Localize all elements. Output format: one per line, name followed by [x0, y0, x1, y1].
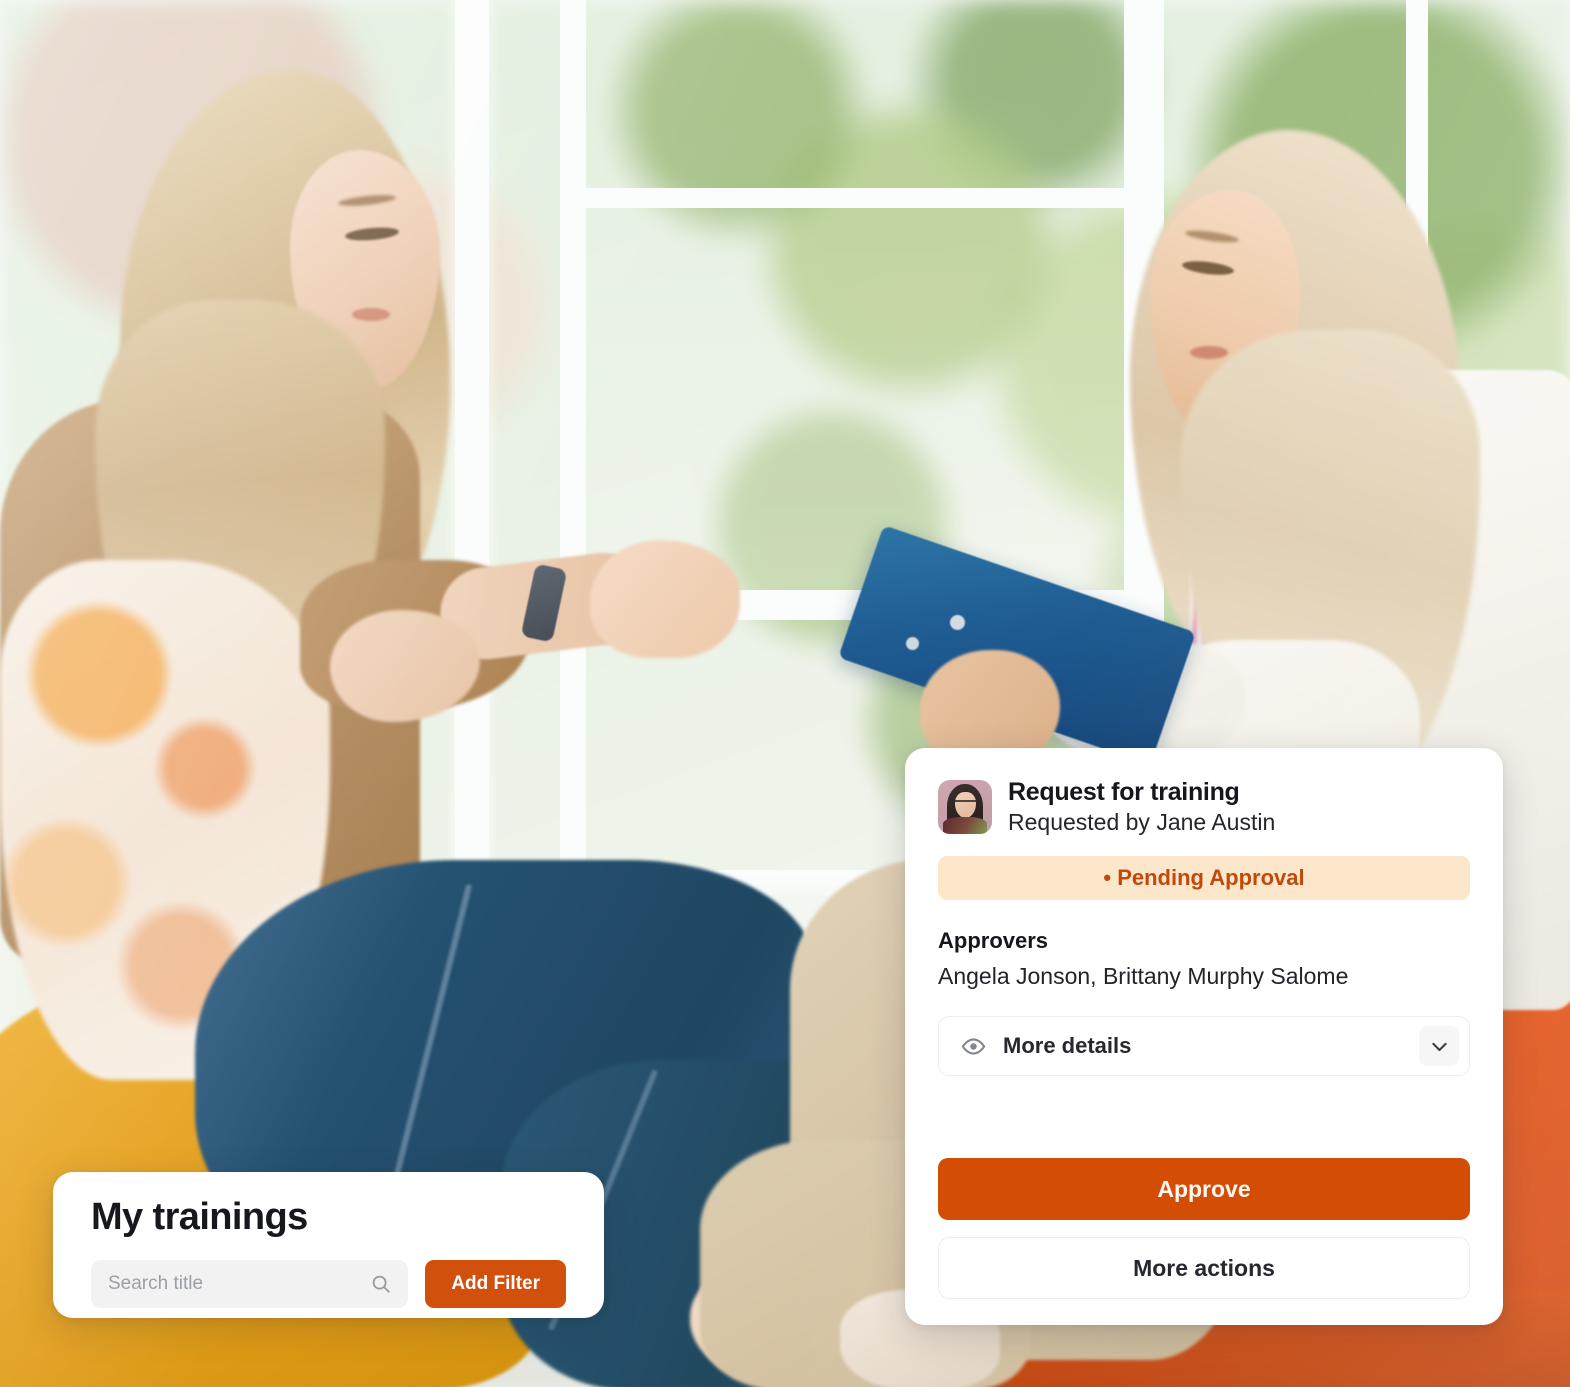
- request-heading-text: Request for training Requested by Jane A…: [1008, 778, 1275, 836]
- eye-icon: [961, 1034, 986, 1059]
- card-spacer: [938, 1076, 1470, 1158]
- add-filter-button[interactable]: Add Filter: [425, 1259, 566, 1308]
- approvers-value: Angela Jonson, Brittany Murphy Salome: [938, 963, 1349, 989]
- request-card-header: Request for training Requested by Jane A…: [938, 778, 1470, 836]
- left-woman-lips: [352, 308, 390, 321]
- chevron-down-icon: [1429, 1036, 1450, 1057]
- search-input[interactable]: [108, 1272, 363, 1295]
- request-subtitle: Requested by Jane Austin: [1008, 809, 1276, 835]
- more-details-toggle[interactable]: More details: [938, 1016, 1470, 1076]
- avatar-glasses: [955, 800, 976, 805]
- more-details-label: More details: [1003, 1033, 1132, 1058]
- window-frame-horizontal: [560, 188, 1126, 208]
- search-icon: [370, 1273, 392, 1295]
- status-badge: • Pending Approval: [938, 856, 1470, 900]
- more-actions-button[interactable]: More actions: [938, 1237, 1470, 1299]
- approvers-label: Approvers: [938, 928, 1049, 953]
- approve-button[interactable]: Approve: [938, 1158, 1470, 1220]
- screenshot-stage: My trainings Add Filter: [0, 0, 1570, 1387]
- right-woman-lips: [1190, 346, 1228, 359]
- page-title: My trainings: [91, 1196, 308, 1238]
- avatar: [938, 780, 992, 834]
- window-frame-vertical: [560, 0, 586, 1000]
- avatar-body: [943, 817, 987, 834]
- left-woman-hand: [590, 540, 740, 658]
- chevron-down-button[interactable]: [1419, 1026, 1459, 1066]
- window-glass-panel: [586, 208, 1126, 590]
- trainings-controls: Add Filter: [91, 1259, 566, 1308]
- request-title: Request for training: [1008, 778, 1240, 806]
- search-field-wrapper[interactable]: [91, 1259, 409, 1308]
- window-frame-vertical: [455, 0, 489, 920]
- request-for-training-card: Request for training Requested by Jane A…: [905, 748, 1503, 1325]
- my-trainings-card: My trainings Add Filter: [53, 1172, 604, 1318]
